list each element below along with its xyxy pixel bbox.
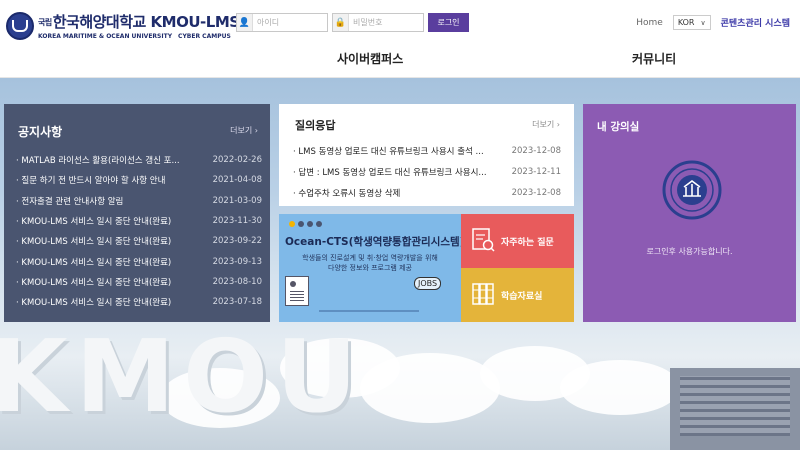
nav-item-cyber-campus[interactable]: 사이버캠퍼스 [337, 50, 403, 67]
university-seal-icon [662, 160, 722, 220]
notice-item-date: 2023-11-30 [212, 216, 262, 227]
university-emblem-icon [6, 11, 34, 40]
language-value: KOR [677, 18, 695, 27]
notice-item-title: · KMOU-LMS 서비스 일시 중단 안내(완료) [16, 277, 172, 288]
resume-icon [285, 276, 309, 306]
home-link[interactable]: Home [636, 18, 663, 28]
notice-item-date: 2022-02-26 [212, 155, 262, 166]
notice-more-link[interactable]: 더보기 › [230, 125, 258, 136]
notice-item-date: 2023-09-13 [212, 256, 262, 267]
password-field: 🔒 [332, 13, 424, 32]
decorative-line [319, 310, 419, 312]
pagination-dot[interactable] [289, 221, 295, 227]
notice-item-title: · KMOU-LMS 서비스 일시 중단 안내(완료) [16, 257, 172, 268]
qna-item-title: · 답변 : LMS 동영상 업로드 대신 유튜브링크 사용시... [293, 167, 487, 178]
main-nav: 사이버캠퍼스 커뮤니티 [0, 50, 800, 68]
cloud [360, 353, 500, 423]
my-lecture-panel: 내 강의실 로그인후 사용가능합니다. [583, 104, 796, 322]
language-select[interactable]: KOR ∨ [672, 15, 711, 30]
user-icon: 👤 [237, 14, 253, 31]
login-button[interactable]: 로그인 [428, 13, 469, 32]
ocean-cts-banner[interactable]: Ocean-CTS(학생역량통합관리시스템) 학생들의 진로설계 및 취·창업 … [279, 214, 465, 322]
list-item[interactable]: · KMOU-LMS 서비스 일시 중단 안내(완료) 2023-07-18 [16, 292, 262, 312]
qna-item-date: 2023-12-08 [511, 187, 561, 198]
list-item[interactable]: · KMOU-LMS 서비스 일시 중단 안내(완료) 2023-08-10 [16, 272, 262, 292]
cts-title: Ocean-CTS(학생역량통합관리시스템) [285, 236, 465, 248]
notice-item-title: · 질문 하기 전 반드시 알아야 할 사항 안내 [16, 176, 166, 187]
qna-more-link[interactable]: 더보기 › [532, 119, 560, 130]
list-item[interactable]: · KMOU-LMS 서비스 일시 중단 안내(완료) 2023-11-30 [16, 211, 262, 231]
notice-panel: 공지사항 더보기 › · MATLAB 라이선스 활용(라이선스 갱신 포...… [4, 104, 270, 322]
jobs-badge: JOBS [414, 277, 442, 290]
pagination-dot[interactable] [298, 221, 304, 227]
faq-document-icon [472, 228, 495, 252]
pagination-dot[interactable] [307, 221, 313, 227]
cloud [560, 360, 680, 415]
qna-panel: 질의응답 더보기 › · LMS 동영상 업로드 대신 유튜브링크 사용시 출석… [279, 104, 574, 206]
list-item[interactable]: · 질문 하기 전 반드시 알아야 할 사항 안내 2021-04-08 [16, 170, 262, 190]
list-item[interactable]: · 답변 : LMS 동영상 업로드 대신 유튜브링크 사용시... 2023-1… [293, 161, 561, 182]
notice-item-date: 2023-07-18 [212, 297, 262, 308]
list-item[interactable]: · 전자출결 관련 안내사항 알림 2021-03-09 [16, 191, 262, 211]
faq-label: 자주하는 질문 [501, 238, 554, 248]
notice-title: 공지사항 [18, 125, 63, 139]
logo-title: 한국해양대학교 KMOU-LMS [52, 13, 240, 31]
nav-item-community[interactable]: 커뮤니티 [632, 50, 676, 67]
login-form: 👤 🔒 로그인 [236, 13, 469, 32]
kmou-sculpture-letters: KMOU [0, 318, 366, 435]
chevron-down-icon: ∨ [700, 18, 706, 27]
notice-item-title: · 전자출결 관련 안내사항 알림 [16, 196, 124, 207]
cts-description: 학생들의 진로설계 및 취·창업 역량개발을 위해 다양한 정보와 프로그램 제공 [302, 254, 438, 272]
kmou-logo[interactable]: 국립한국해양대학교 KMOU-LMS KOREA MARITIME & OCEA… [6, 11, 240, 40]
list-item[interactable]: · KMOU-LMS 서비스 일시 중단 안내(완료) 2023-09-22 [16, 231, 262, 251]
notice-item-date: 2021-03-09 [212, 195, 262, 206]
qna-list: · LMS 동영상 업로드 대신 유튜브링크 사용시 출석 ... 2023-12… [293, 140, 561, 203]
chevron-right-icon: › [254, 126, 258, 135]
content-system-link[interactable]: 콘텐츠관리 시스템 [721, 16, 790, 29]
qna-title: 질의응답 [295, 119, 336, 132]
notice-list: · MATLAB 라이선스 활용(라이선스 갱신 포... 2022-02-26 … [16, 150, 262, 312]
notice-item-title: · KMOU-LMS 서비스 일시 중단 안내(완료) [16, 237, 172, 248]
notice-item-date: 2021-04-08 [212, 175, 262, 186]
logo-mark: 국립 [38, 18, 52, 27]
notice-item-title: · KMOU-LMS 서비스 일시 중단 안내(완료) [16, 217, 172, 228]
books-icon [472, 283, 494, 305]
banner-pagination [289, 221, 325, 227]
resources-tile[interactable]: 학습자료실 [461, 268, 574, 322]
logo-tag: CYBER CAMPUS [178, 33, 231, 40]
qna-item-title: · 수업주차 오류시 동영상 삭제 [293, 188, 401, 199]
notice-item-date: 2023-09-22 [212, 236, 262, 247]
pagination-dot[interactable] [316, 221, 322, 227]
qna-item-title: · LMS 동영상 업로드 대신 유튜브링크 사용시 출석 ... [293, 146, 484, 157]
id-input[interactable] [253, 18, 323, 27]
logo-subtitle: KOREA MARITIME & OCEAN UNIVERSITY [38, 33, 173, 40]
password-input[interactable] [349, 18, 419, 27]
site-header: 국립한국해양대학교 KMOU-LMS KOREA MARITIME & OCEA… [0, 0, 800, 78]
notice-item-date: 2023-08-10 [212, 276, 262, 287]
qna-item-date: 2023-12-08 [511, 145, 561, 156]
resources-label: 학습자료실 [501, 292, 543, 302]
notice-item-title: · MATLAB 라이선스 활용(라이선스 갱신 포... [16, 156, 180, 167]
id-field: 👤 [236, 13, 328, 32]
list-item[interactable]: · LMS 동영상 업로드 대신 유튜브링크 사용시 출석 ... 2023-12… [293, 140, 561, 161]
notice-item-title: · KMOU-LMS 서비스 일시 중단 안내(완료) [16, 298, 172, 309]
campus-building [670, 368, 800, 450]
list-item[interactable]: · 수업주차 오류시 동영상 삭제 2023-12-08 [293, 182, 561, 203]
lock-icon: 🔒 [333, 14, 349, 31]
chevron-right-icon: › [556, 120, 560, 129]
qna-item-date: 2023-12-11 [511, 166, 561, 177]
list-item[interactable]: · KMOU-LMS 서비스 일시 중단 안내(완료) 2023-09-13 [16, 251, 262, 271]
login-required-message: 로그인후 사용가능합니다. [646, 247, 733, 256]
faq-tile[interactable]: 자주하는 질문 [461, 214, 574, 268]
list-item[interactable]: · MATLAB 라이선스 활용(라이선스 갱신 포... 2022-02-26 [16, 150, 262, 170]
my-lecture-title: 내 강의실 [597, 121, 640, 133]
